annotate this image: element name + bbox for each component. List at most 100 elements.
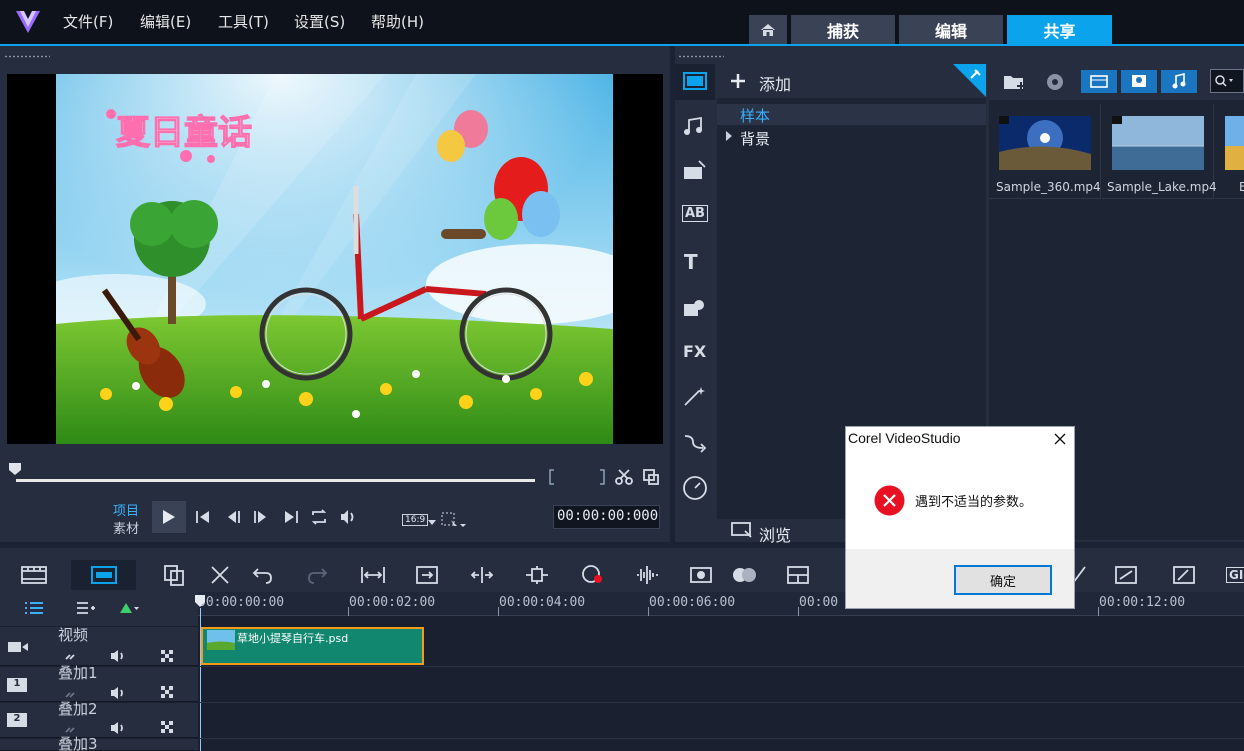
audio-category-icon[interactable] <box>681 114 709 138</box>
track-volume-icon[interactable] <box>110 721 128 735</box>
thumbnail-label: B <box>1239 180 1244 194</box>
pin-icon[interactable] <box>953 64 986 97</box>
thumbnail-image <box>1112 116 1204 170</box>
tab-share[interactable]: 共享 <box>1007 15 1112 44</box>
link-icon[interactable] <box>64 688 78 700</box>
aperture-icon[interactable] <box>1045 72 1065 92</box>
timeline-view-button[interactable] <box>71 560 136 590</box>
pan-zoom-icon[interactable] <box>1114 565 1138 585</box>
menu-settings[interactable]: 设置(S) <box>294 11 345 32</box>
ok-button[interactable]: 确定 <box>954 565 1052 595</box>
scrubber-bar[interactable] <box>16 479 535 482</box>
chapter-marker-icon[interactable] <box>118 601 140 615</box>
resize-clip-icon[interactable] <box>524 565 550 585</box>
gif-creator-button[interactable]: GIF <box>1226 567 1244 583</box>
link-icon[interactable] <box>64 723 78 735</box>
trim-markers-icon[interactable] <box>549 469 605 485</box>
previous-frame-icon[interactable] <box>226 509 242 525</box>
aspect-dropdown-icon[interactable] <box>428 520 436 526</box>
tools-icon[interactable] <box>209 564 231 586</box>
multi-trim-icon[interactable] <box>163 564 185 586</box>
menu-file[interactable]: 文件(F) <box>63 11 113 32</box>
clip-mode-label[interactable]: 素材 <box>113 518 139 537</box>
filter-audio-button[interactable] <box>1161 70 1197 93</box>
menu-help[interactable]: 帮助(H) <box>371 11 424 32</box>
thumbnail-sample-lake[interactable]: Sample_Lake.mp4 <box>1102 104 1217 199</box>
scrubber-handle[interactable] <box>8 462 22 476</box>
thumbnail-third[interactable]: B <box>1215 104 1244 199</box>
track-volume-icon[interactable] <box>110 649 128 663</box>
aspect-ratio-button[interactable]: 16:9 <box>402 514 429 526</box>
audio-wave-icon[interactable] <box>635 564 659 586</box>
overlay1-track-lane[interactable] <box>200 667 1244 703</box>
dialog-title: Corel VideoStudio <box>848 430 961 446</box>
fit-to-window-icon[interactable] <box>360 565 386 585</box>
close-icon[interactable] <box>1054 433 1066 445</box>
tree-item-sample[interactable]: 样本 <box>717 104 986 125</box>
link-icon[interactable] <box>64 650 78 662</box>
go-to-start-icon[interactable] <box>195 509 211 525</box>
project-mode-label[interactable]: 项目 <box>113 500 139 519</box>
transition-category-icon[interactable]: AB <box>682 205 708 222</box>
ruler-tick <box>798 607 799 616</box>
redo-icon[interactable] <box>306 565 328 585</box>
speed-category-icon[interactable] <box>681 474 709 502</box>
library-grip[interactable] <box>678 55 724 58</box>
timecode-display[interactable]: 00:00:00:000 <box>553 505 660 529</box>
graphic-category-icon[interactable] <box>681 296 709 320</box>
smart-proxy-icon[interactable] <box>415 565 439 585</box>
title-category-icon[interactable]: T <box>684 250 698 274</box>
crop-tool-icon[interactable] <box>441 512 467 530</box>
track-list-icon[interactable] <box>24 601 44 615</box>
search-icon <box>1215 75 1233 87</box>
plus-icon[interactable] <box>730 73 746 89</box>
add-track-icon[interactable] <box>76 601 96 615</box>
panel-grip[interactable] <box>4 55 50 58</box>
ripple-edit-icon[interactable] <box>469 565 495 585</box>
play-button[interactable] <box>152 501 186 533</box>
tab-edit[interactable]: 编辑 <box>899 15 1003 44</box>
track-visibility-icon[interactable] <box>161 721 173 733</box>
filter-video-button[interactable] <box>1081 70 1117 93</box>
thumbnail-sample-360[interactable]: Sample_360.mp4 <box>989 104 1101 199</box>
color-grading-icon[interactable] <box>581 564 605 586</box>
go-to-end-icon[interactable] <box>283 509 299 525</box>
timeline-clip[interactable]: 草地小提琴自行车.psd <box>201 627 424 665</box>
add-folder-row[interactable] <box>717 64 986 98</box>
ruler-tick <box>1098 607 1099 616</box>
magic-wand-icon[interactable] <box>681 385 709 409</box>
browse-folder-icon[interactable] <box>731 521 753 539</box>
add-label[interactable]: 添加 <box>759 71 791 95</box>
scissors-icon[interactable] <box>615 469 633 485</box>
split-clip-icon[interactable] <box>642 468 660 486</box>
next-frame-icon[interactable] <box>252 509 268 525</box>
menu-tools[interactable]: 工具(T) <box>218 11 269 32</box>
volume-icon[interactable] <box>339 508 357 526</box>
instant-project-icon[interactable] <box>681 159 709 183</box>
playhead-handle-icon[interactable] <box>194 594 206 608</box>
storyboard-view-icon[interactable] <box>21 565 47 585</box>
menu-edit[interactable]: 编辑(E) <box>140 11 191 32</box>
motion-tracking-icon[interactable] <box>731 565 757 585</box>
tab-capture[interactable]: 捕获 <box>791 15 895 44</box>
tree-item-background[interactable]: 背景 <box>740 128 770 149</box>
fx-category-icon[interactable]: FX <box>683 342 706 361</box>
track-visibility-icon[interactable] <box>161 686 173 698</box>
repeat-icon[interactable] <box>310 508 328 526</box>
track-visibility-icon[interactable] <box>161 650 173 662</box>
mask-creator-icon[interactable] <box>689 564 713 586</box>
undo-icon[interactable] <box>252 565 274 585</box>
title-editor-icon[interactable] <box>1172 565 1196 585</box>
expand-arrow-icon[interactable] <box>725 131 733 141</box>
filter-photo-button[interactable] <box>1121 70 1157 93</box>
track-volume-icon[interactable] <box>110 686 128 700</box>
browse-label[interactable]: 浏览 <box>759 522 791 546</box>
path-category-icon[interactable] <box>681 430 709 454</box>
split-screen-icon[interactable] <box>786 565 810 585</box>
import-folder-icon[interactable] <box>1003 72 1027 92</box>
media-category-button[interactable] <box>675 64 715 100</box>
home-tab[interactable] <box>749 15 787 44</box>
dialog-message: 遇到不适当的参数。 <box>915 495 1033 510</box>
overlay2-track-lane[interactable] <box>200 703 1244 739</box>
library-search-field[interactable] <box>1210 69 1244 93</box>
